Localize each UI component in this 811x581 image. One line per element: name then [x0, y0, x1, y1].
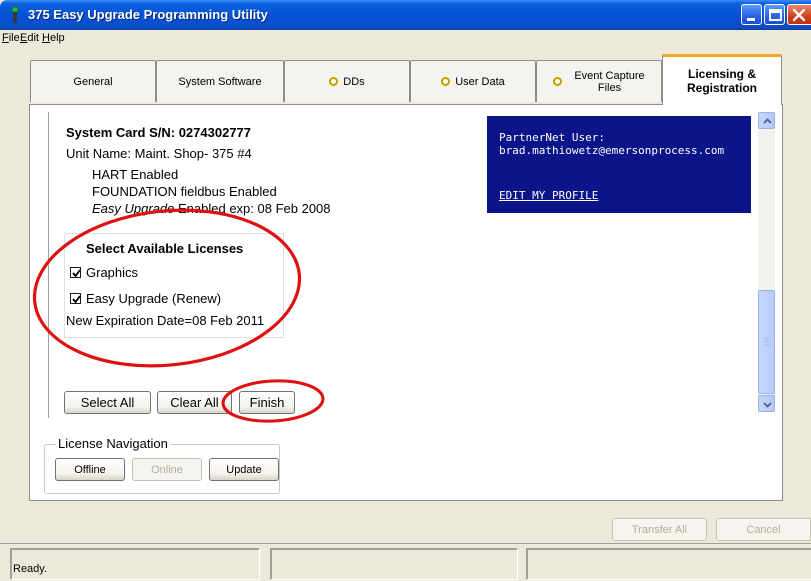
tab-general[interactable]: General	[30, 60, 156, 102]
title-bar[interactable]: 375 Easy Upgrade Programming Utility	[0, 0, 811, 30]
maximize-button[interactable]	[764, 4, 785, 25]
unit-name: Unit Name: Maint. Shop- 375 #4	[66, 146, 252, 161]
tab-event-capture-files[interactable]: Event Capture Files	[536, 60, 662, 102]
menu-bar: File Edit Help	[0, 30, 811, 47]
status-bar: Ready.	[0, 543, 811, 581]
app-icon	[10, 6, 20, 23]
status-pane-2	[270, 548, 518, 580]
license-graphics[interactable]: Graphics	[70, 265, 138, 280]
feature-easy-upgrade: Easy Upgrade Enabled exp: 08 Feb 2008	[92, 201, 331, 216]
partnernet-panel: PartnerNet User: brad.mathiowetz@emerson…	[487, 116, 751, 213]
tab-user-data[interactable]: User Data	[410, 60, 536, 102]
feature-foundation-fieldbus: FOUNDATION fieldbus Enabled	[92, 184, 277, 199]
cancel-button[interactable]: Cancel	[716, 518, 811, 541]
clear-all-button[interactable]: Clear All	[157, 391, 232, 414]
edit-profile-link[interactable]: EDIT MY PROFILE	[499, 189, 598, 202]
status-pane-3	[526, 548, 811, 580]
license-easy-upgrade-renew[interactable]: Easy Upgrade (Renew)	[70, 291, 221, 306]
vertical-scrollbar[interactable]	[758, 112, 775, 412]
partnernet-user-label: PartnerNet User:	[499, 131, 605, 144]
licenses-title: Select Available Licenses	[86, 241, 244, 256]
tab-system-software[interactable]: System Software	[156, 60, 284, 102]
menu-help[interactable]: Help	[42, 31, 65, 45]
graphics-checkbox[interactable]	[70, 267, 81, 278]
app-window: 375 Easy Upgrade Programming Utility Fil…	[0, 0, 811, 581]
feature-hart: HART Enabled	[92, 167, 179, 182]
pending-ring-icon	[441, 77, 451, 86]
menu-file[interactable]: File	[2, 31, 20, 45]
scroll-up-button[interactable]	[758, 112, 775, 129]
license-navigation-title: License Navigation	[56, 436, 170, 451]
scroll-thumb[interactable]	[758, 290, 775, 394]
dialog-button-bar: Transfer All Cancel	[0, 501, 811, 541]
transfer-all-button[interactable]: Transfer All	[612, 518, 707, 541]
scroll-down-button[interactable]	[758, 395, 775, 412]
tab-dds[interactable]: DDs	[284, 60, 410, 102]
pending-ring-icon	[329, 77, 339, 86]
new-expiration-date: New Expiration Date=08 Feb 2011	[66, 313, 265, 328]
status-text: Ready.	[13, 563, 48, 575]
pending-ring-icon	[553, 77, 563, 86]
partnernet-user-email: brad.mathiowetz@emersonprocess.com	[499, 144, 725, 157]
finish-button[interactable]: Finish	[239, 391, 295, 414]
update-button[interactable]: Update	[209, 458, 279, 481]
window-title: 375 Easy Upgrade Programming Utility	[28, 7, 268, 22]
select-all-button[interactable]: Select All	[64, 391, 151, 414]
status-pane-main: Ready.	[10, 548, 260, 580]
tab-licensing-registration[interactable]: Licensing & Registration	[662, 54, 782, 105]
easy-upgrade-checkbox[interactable]	[70, 293, 81, 304]
offline-button[interactable]: Offline	[55, 458, 125, 481]
online-button[interactable]: Online	[132, 458, 202, 481]
close-button[interactable]	[787, 4, 811, 25]
menu-edit[interactable]: Edit	[20, 31, 39, 45]
minimize-button[interactable]	[741, 4, 762, 25]
system-card-serial: System Card S/N: 0274302777	[66, 125, 252, 140]
